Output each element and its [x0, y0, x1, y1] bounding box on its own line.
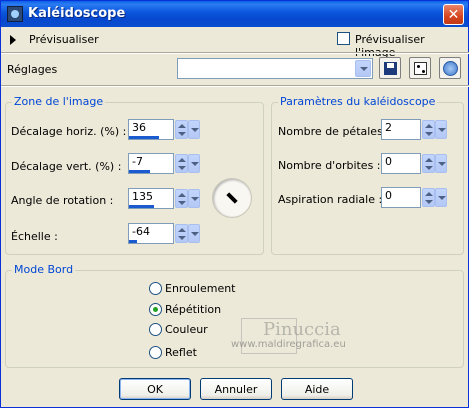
chevron-down-icon[interactable]: [188, 224, 200, 243]
spin-arrows-icon[interactable]: [175, 154, 188, 173]
watermark-name: Pinuccia: [263, 319, 341, 340]
watermark-url: www.maldiregrafica.eu: [231, 339, 346, 350]
chevron-down-icon[interactable]: [355, 60, 371, 77]
orbits-label: Nombre d'orbites :: [278, 159, 381, 172]
spin-arrows-icon[interactable]: [175, 224, 188, 243]
cancel-button[interactable]: Annuler: [200, 378, 272, 400]
v-offset-slider-bar[interactable]: [129, 170, 150, 173]
chevron-down-icon[interactable]: [435, 188, 447, 207]
radial-suction-input[interactable]: 0: [381, 187, 421, 208]
petals-spinner[interactable]: 2: [381, 119, 453, 140]
expand-triangle-icon[interactable]: [10, 35, 16, 45]
radio-wrap[interactable]: [149, 282, 162, 295]
radio-wrap-label[interactable]: Enroulement: [165, 282, 236, 295]
reset-button[interactable]: [439, 57, 461, 79]
app-icon: [7, 6, 23, 22]
floppy-disk-icon: [383, 61, 397, 75]
chevron-down-icon[interactable]: [435, 154, 447, 173]
petals-label: Nombre de pétales :: [278, 125, 391, 138]
rotation-label: Angle de rotation :: [11, 194, 114, 207]
presets-label: Réglages: [7, 63, 58, 76]
rotation-dial[interactable]: [212, 178, 252, 218]
kaleidoscope-params-title: Paramètres du kaléidoscope: [278, 95, 438, 108]
radio-repeat[interactable]: [149, 303, 162, 316]
radio-repeat-label[interactable]: Répétition: [165, 303, 221, 316]
spin-arrows-icon[interactable]: [175, 120, 188, 139]
preview-image-checkbox[interactable]: [337, 32, 350, 45]
v-offset-label: Décalage vert. (%) :: [11, 160, 122, 173]
rotation-spinner[interactable]: 135: [128, 188, 200, 209]
kaleidoscope-dialog: Kaléidoscope ✕ Prévisualiser Prévisualis…: [0, 0, 469, 408]
separator: [1, 52, 469, 54]
radial-suction-label: Aspiration radiale :: [278, 193, 383, 206]
chevron-down-icon[interactable]: [188, 154, 200, 173]
spin-arrows-icon[interactable]: [175, 189, 188, 208]
rotation-slider-bar[interactable]: [129, 205, 154, 208]
v-offset-spinner[interactable]: -7: [128, 153, 200, 174]
randomize-button[interactable]: [409, 57, 431, 79]
orbits-spinner[interactable]: 0: [381, 153, 453, 174]
petals-input[interactable]: 2: [381, 119, 421, 140]
radial-suction-spinner[interactable]: 0: [381, 187, 453, 208]
h-offset-spinner[interactable]: 36: [128, 119, 200, 140]
h-offset-label: Décalage horiz. (%) :: [11, 125, 127, 138]
preview-row: Prévisualiser Prévisualiser l'image: [5, 29, 465, 59]
scale-slider-bar[interactable]: [129, 240, 137, 243]
scale-label: Échelle :: [11, 230, 58, 243]
close-button[interactable]: ✕: [443, 4, 464, 25]
reset-icon: [442, 60, 458, 76]
preview-image-label[interactable]: Prévisualiser l'image: [355, 33, 465, 59]
presets-dropdown[interactable]: [177, 58, 373, 79]
help-button[interactable]: Aide: [281, 378, 353, 400]
scale-spinner[interactable]: -64: [128, 223, 200, 244]
spin-arrows-icon[interactable]: [422, 154, 435, 173]
close-icon: ✕: [447, 6, 460, 23]
spin-arrows-icon[interactable]: [422, 120, 435, 139]
radio-color[interactable]: [149, 323, 162, 336]
window-title: Kaléidoscope: [28, 6, 126, 21]
radio-reflect-label[interactable]: Reflet: [165, 346, 197, 359]
preview-toggle-label[interactable]: Prévisualiser: [29, 33, 99, 46]
spin-arrows-icon[interactable]: [422, 188, 435, 207]
chevron-down-icon[interactable]: [435, 120, 447, 139]
radio-reflect[interactable]: [149, 346, 162, 359]
save-preset-button[interactable]: [379, 57, 401, 79]
chevron-down-icon[interactable]: [188, 120, 200, 139]
ok-button[interactable]: OK: [119, 378, 191, 400]
separator: [1, 85, 469, 87]
chevron-down-icon[interactable]: [188, 189, 200, 208]
orbits-input[interactable]: 0: [381, 153, 421, 174]
title-bar[interactable]: Kaléidoscope ✕: [1, 1, 468, 27]
image-zone-title: Zone de l'image: [12, 95, 106, 108]
dice-icon: [413, 61, 427, 75]
edge-mode-title: Mode Bord: [12, 263, 76, 276]
h-offset-slider-bar[interactable]: [129, 136, 159, 139]
radio-color-label[interactable]: Couleur: [165, 323, 208, 336]
